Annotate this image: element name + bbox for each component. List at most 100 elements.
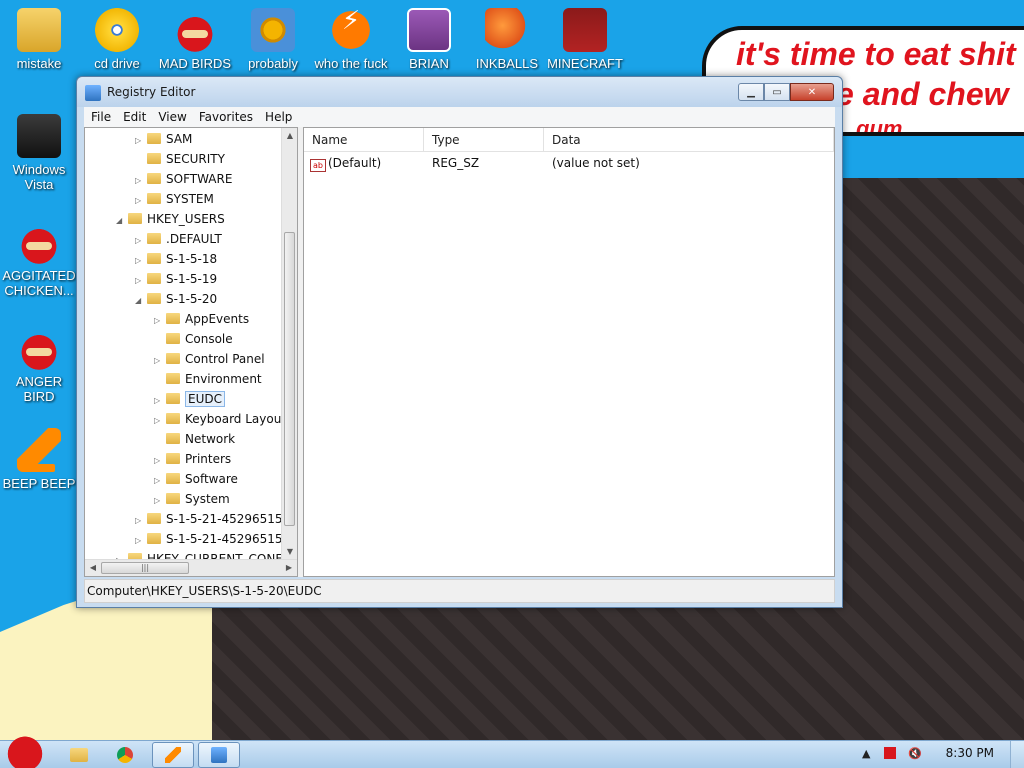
expand-arrow-icon[interactable]: ▷ xyxy=(135,251,147,271)
tree-item[interactable]: Network xyxy=(154,429,235,449)
taskbar-clock[interactable]: 8:30 PM xyxy=(946,746,994,760)
taskbar-registry-editor-button[interactable] xyxy=(198,742,240,768)
tree-item[interactable]: ▷ SAM xyxy=(135,129,192,149)
tree-item[interactable]: ▷ SYSTEM xyxy=(135,189,214,209)
window-titlebar[interactable]: Registry Editor ▁ ▭ ✕ xyxy=(77,77,842,107)
tree-item[interactable]: ▷ Software xyxy=(154,469,238,489)
window-client-area: ▷ SAM SECURITY ▷ SOFTWARE ▷ SYSTEM ◢ HKEY_USERS ▷… xyxy=(84,127,835,577)
chrome-icon xyxy=(117,747,133,763)
expand-arrow-icon[interactable]: ▷ xyxy=(135,271,147,291)
tree-vertical-scrollbar[interactable]: ▲ ▼ xyxy=(281,128,297,560)
scroll-left-arrow-icon[interactable]: ◀ xyxy=(85,560,101,576)
expand-arrow-icon[interactable]: ▷ xyxy=(135,231,147,251)
registry-folder-icon xyxy=(147,293,161,304)
expand-arrow-icon[interactable]: ▷ xyxy=(154,451,166,471)
expand-arrow-icon[interactable]: ▷ xyxy=(154,351,166,371)
tree-item[interactable]: ▷ S-1-5-21-45296515 xyxy=(135,529,283,549)
tree-item[interactable]: ▷ S-1-5-21-45296515 xyxy=(135,509,283,529)
registry-folder-icon xyxy=(147,173,161,184)
expand-arrow-icon[interactable]: ▷ xyxy=(135,511,147,531)
speech-line-1: it's time to eat shit xyxy=(736,36,1016,72)
show-hidden-icons-icon[interactable]: ▲ xyxy=(862,747,870,760)
desktop-icon-mad-birds[interactable]: MAD BIRDS xyxy=(156,8,234,71)
registry-folder-icon xyxy=(166,333,180,344)
tree-horizontal-scroll-thumb[interactable]: ||| xyxy=(101,562,189,574)
tree-item[interactable]: SECURITY xyxy=(135,149,225,169)
desktop-icon-minecraft[interactable]: MINECRAFT xyxy=(546,8,624,71)
taskbar-chrome-button[interactable] xyxy=(104,742,146,768)
expand-arrow-icon[interactable]: ◢ xyxy=(116,211,128,231)
brian-icon xyxy=(407,8,451,52)
tray-app-icon[interactable] xyxy=(884,747,896,759)
desktop-icon-aggitated-chicken[interactable]: AGGITATED CHICKEN... xyxy=(0,220,78,298)
maximize-button[interactable]: ▭ xyxy=(764,83,790,101)
scroll-up-arrow-icon[interactable]: ▲ xyxy=(282,128,297,144)
desktop-icon-probably[interactable]: probably xyxy=(234,8,312,71)
tree-item[interactable]: ▷ AppEvents xyxy=(154,309,249,329)
tree-item-label: Network xyxy=(185,432,236,446)
menu-favorites[interactable]: Favorites xyxy=(199,110,253,124)
tree-item-label: .DEFAULT xyxy=(166,232,222,246)
desktop-icon-cd-drive[interactable]: cd drive xyxy=(78,8,156,71)
expand-arrow-icon[interactable]: ▷ xyxy=(154,311,166,331)
menu-file[interactable]: File xyxy=(91,110,111,124)
status-bar-path: Computer\HKEY_USERS\S-1-5-20\EUDC xyxy=(84,579,835,603)
tree-item[interactable]: ▷ Control Panel xyxy=(154,349,265,369)
expand-arrow-icon[interactable]: ▷ xyxy=(135,171,147,191)
desktop-icon-beep-beep[interactable]: BEEP BEEP xyxy=(0,428,78,491)
expand-arrow-icon[interactable]: ▷ xyxy=(154,491,166,511)
tree-item-label: S-1-5-21-45296515 xyxy=(166,532,283,546)
expand-arrow-icon[interactable]: ▷ xyxy=(135,531,147,551)
volume-muted-icon[interactable]: 🔇 xyxy=(908,747,922,760)
registry-key-tree[interactable]: ▷ SAM SECURITY ▷ SOFTWARE ▷ SYSTEM ◢ HKEY_USERS ▷… xyxy=(84,127,298,577)
tree-item[interactable]: ▷ Keyboard Layou xyxy=(154,409,281,429)
registry-values-pane[interactable]: Name Type Data ab (Default) REG_SZ (value… xyxy=(303,127,835,577)
tree-item[interactable]: ▷ Printers xyxy=(154,449,231,469)
desktop-icon-brian[interactable]: BRIAN xyxy=(390,8,468,71)
tree-item[interactable]: ▷ EUDC xyxy=(154,389,225,409)
close-button[interactable]: ✕ xyxy=(790,83,834,101)
menu-edit[interactable]: Edit xyxy=(123,110,146,124)
menu-view[interactable]: View xyxy=(158,110,186,124)
desktop-icon-who-the-fuck[interactable]: who the fuck xyxy=(312,8,390,71)
menu-help[interactable]: Help xyxy=(265,110,292,124)
column-header-data[interactable]: Data xyxy=(544,128,834,152)
column-header-type[interactable]: Type xyxy=(424,128,544,152)
tree-vertical-scroll-thumb[interactable] xyxy=(284,232,295,526)
column-header-name[interactable]: Name xyxy=(304,128,424,152)
expand-arrow-icon[interactable]: ▷ xyxy=(135,191,147,211)
show-desktop-button[interactable] xyxy=(1010,741,1024,768)
start-button[interactable] xyxy=(4,731,46,768)
minimize-button[interactable]: ▁ xyxy=(738,83,764,101)
expand-arrow-icon[interactable]: ▷ xyxy=(154,391,166,411)
scroll-down-arrow-icon[interactable]: ▼ xyxy=(282,544,297,560)
tree-item[interactable]: ▷ .DEFAULT xyxy=(135,229,222,249)
expand-arrow-icon[interactable]: ▷ xyxy=(135,131,147,151)
registry-editor-window[interactable]: Registry Editor ▁ ▭ ✕ File Edit View Fav… xyxy=(76,76,843,608)
desktop-icon-windows-vista[interactable]: Windows Vista xyxy=(0,114,78,192)
tree-item-label: SYSTEM xyxy=(166,192,214,206)
tree-item[interactable]: ▷ System xyxy=(154,489,230,509)
expand-arrow-icon[interactable]: ◢ xyxy=(135,291,147,311)
registry-editor-icon xyxy=(85,85,101,101)
desktop-icon-inkballs[interactable]: INKBALLS xyxy=(468,8,546,71)
taskbar-vlc-button[interactable] xyxy=(152,742,194,768)
vlc-cone-icon xyxy=(17,428,61,472)
expand-arrow-icon[interactable]: ▷ xyxy=(154,471,166,491)
tree-item[interactable]: Console xyxy=(154,329,233,349)
tree-item[interactable]: ◢ HKEY_USERS xyxy=(116,209,225,229)
desktop-icon-mistake[interactable]: mistake xyxy=(0,8,78,71)
tree-item[interactable]: ▷ SOFTWARE xyxy=(135,169,232,189)
scroll-right-arrow-icon[interactable]: ▶ xyxy=(281,560,297,576)
tree-item[interactable]: ▷ S-1-5-18 xyxy=(135,249,217,269)
tree-horizontal-scrollbar[interactable]: ◀ ||| ▶ xyxy=(85,559,297,576)
tree-item-label: Environment xyxy=(185,372,262,386)
expand-arrow-icon[interactable]: ▷ xyxy=(154,411,166,431)
tree-item[interactable]: ◢ S-1-5-20 xyxy=(135,289,217,309)
tree-item[interactable]: Environment xyxy=(154,369,262,389)
tree-item-label: SECURITY xyxy=(166,152,225,166)
tree-item[interactable]: ▷ S-1-5-19 xyxy=(135,269,217,289)
taskbar-explorer-button[interactable] xyxy=(58,742,100,768)
desktop-icon-anger-bird[interactable]: ANGER BIRD xyxy=(0,326,78,404)
value-row-default[interactable]: ab (Default) REG_SZ (value not set) xyxy=(304,152,834,174)
